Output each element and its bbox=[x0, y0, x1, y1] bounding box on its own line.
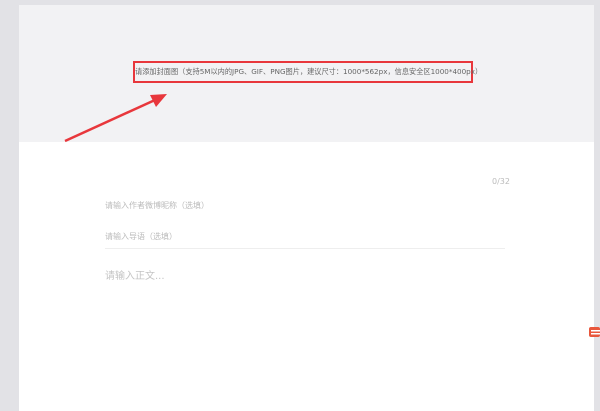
cover-upload-area[interactable]: 请添加封面图（支持5M以内的JPG、GIF、PNG图片，建议尺寸：1000*56… bbox=[19, 5, 594, 142]
weibo-logo-icon bbox=[589, 327, 600, 337]
cover-upload-hint[interactable]: 请添加封面图（支持5M以内的JPG、GIF、PNG图片，建议尺寸：1000*56… bbox=[133, 61, 482, 83]
intro-input[interactable]: 请输入导语（选填） bbox=[105, 231, 177, 242]
divider bbox=[105, 248, 505, 249]
title-char-counter: 0/32 bbox=[492, 177, 510, 186]
editor-card: 请添加封面图（支持5M以内的JPG、GIF、PNG图片，建议尺寸：1000*56… bbox=[19, 5, 594, 411]
body-input[interactable]: 请输入正文... bbox=[105, 267, 165, 282]
author-input[interactable]: 请输入作者微博昵称（选填） bbox=[105, 200, 209, 211]
